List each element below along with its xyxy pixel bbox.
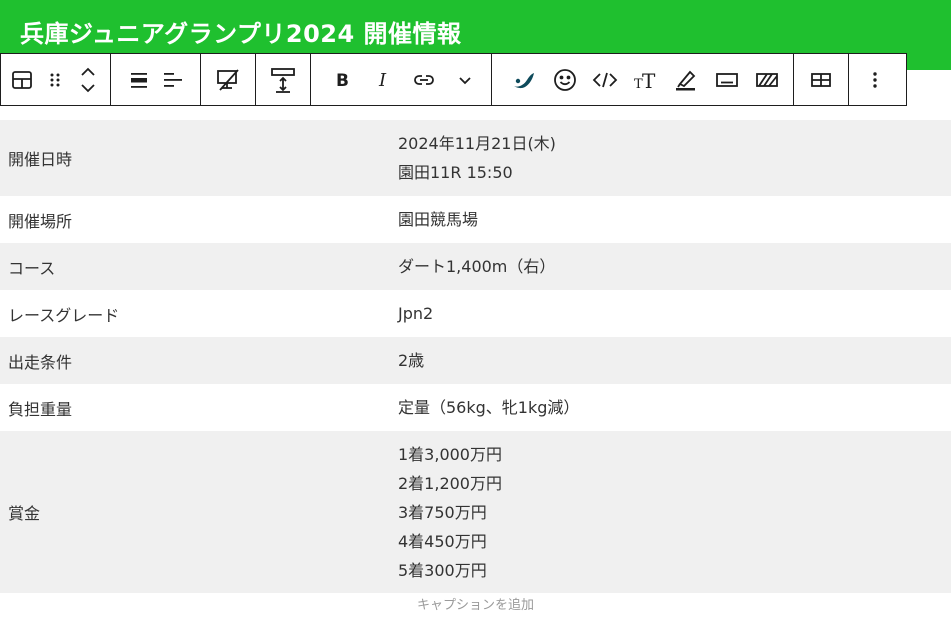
drag-handle-button[interactable]: [38, 54, 71, 105]
toolbar-group-extras: TT: [492, 54, 794, 105]
highlight-brush-button[interactable]: [504, 54, 545, 105]
table-block-button[interactable]: [5, 54, 38, 105]
drag-handle-icon: [50, 73, 59, 86]
value-line: 1着3,000万円: [398, 444, 502, 464]
value-line: 定量（56kg、牝1kg減）: [398, 398, 580, 417]
table-grid-icon: [810, 72, 831, 87]
toolbar-group-height: [256, 54, 311, 105]
emoji-icon: [553, 68, 576, 91]
table-row: コース ダート1,400m（右）: [0, 243, 951, 290]
block-toolbar: B I TT: [0, 53, 907, 106]
table-row: 出走条件 2歳: [0, 337, 951, 384]
highlight-brush-icon: [514, 72, 535, 88]
link-icon: [413, 74, 434, 85]
table-cell-value[interactable]: 園田競馬場: [389, 205, 951, 234]
svg-text:I: I: [378, 70, 387, 90]
align-full-button[interactable]: [122, 54, 156, 105]
toolbar-group-color: [201, 54, 256, 105]
table-row: 負担重量 定量（56kg、牝1kg減）: [0, 384, 951, 431]
table-block-icon: [11, 70, 32, 89]
chevron-down-icon: [458, 76, 471, 84]
keyboard-button[interactable]: [707, 54, 748, 105]
value-line: 2着1,200万円: [398, 473, 502, 493]
marker-button[interactable]: [666, 54, 707, 105]
font-size-icon: TT: [634, 69, 656, 91]
move-up-down-button[interactable]: [71, 54, 104, 105]
emoji-button[interactable]: [545, 54, 586, 105]
toolbar-group-more: [849, 54, 901, 105]
more-formats-dropdown[interactable]: [444, 54, 485, 105]
value-line: ダート1,400m（右）: [398, 257, 556, 276]
font-size-button[interactable]: TT: [626, 54, 667, 105]
svg-text:B: B: [336, 71, 349, 90]
color-fill-button[interactable]: [211, 54, 245, 105]
table-cell-label[interactable]: 開催日時: [0, 146, 389, 170]
table-cell-value[interactable]: 2歳: [389, 346, 951, 375]
marker-icon: [676, 70, 696, 90]
row-height-icon: [271, 67, 295, 93]
table-row: 賞金 1着3,000万円 2着1,200万円 3着750万円 4着450万円 5…: [0, 431, 951, 593]
table-row: レースグレード Jpn2: [0, 290, 951, 337]
text-align-left-icon: [164, 72, 182, 87]
link-button[interactable]: [403, 54, 444, 105]
table-cell-value[interactable]: Jpn2: [389, 299, 951, 328]
bold-button[interactable]: B: [321, 54, 362, 105]
italic-icon: I: [378, 70, 387, 90]
value-line: 2024年11月21日(木): [398, 134, 556, 153]
table-cell-label[interactable]: 出走条件: [0, 349, 389, 373]
toolbar-group-align: [111, 54, 201, 105]
value-line: 園田競馬場: [398, 210, 479, 229]
row-height-button[interactable]: [266, 54, 300, 105]
table-caption-input[interactable]: キャプションを追加: [0, 594, 951, 613]
move-up-down-icon: [80, 67, 95, 92]
table-cell-label[interactable]: 賞金: [0, 500, 389, 524]
color-fill-off-icon: [217, 68, 239, 91]
text-align-left-button[interactable]: [156, 54, 190, 105]
page-title: 兵庫ジュニアグランプリ2024 開催情報: [20, 20, 462, 48]
bold-icon: B: [336, 71, 349, 90]
value-line: 園田11R 15:50: [398, 163, 513, 182]
table-cell-value[interactable]: 1着3,000万円 2着1,200万円 3着750万円 4着450万円 5着30…: [389, 440, 951, 585]
table-grid-button[interactable]: [804, 54, 838, 105]
align-full-icon: [131, 72, 147, 88]
code-button[interactable]: [585, 54, 626, 105]
toolbar-group-table: [794, 54, 849, 105]
table-cell-label[interactable]: 開催場所: [0, 208, 389, 232]
table-cell-label[interactable]: 負担重量: [0, 396, 389, 420]
table-row: 開催場所 園田競馬場: [0, 196, 951, 243]
table-cell-label[interactable]: レースグレード: [0, 302, 389, 326]
table-cell-value[interactable]: ダート1,400m（右）: [389, 252, 951, 281]
toolbar-group-block: [1, 54, 111, 105]
table-row: 開催日時 2024年11月21日(木) 園田11R 15:50: [0, 120, 951, 196]
code-icon: [592, 72, 618, 87]
more-options-icon: [872, 71, 877, 88]
value-line: 4着450万円: [398, 531, 487, 551]
table-cell-label[interactable]: コース: [0, 255, 389, 279]
value-line: Jpn2: [398, 304, 434, 323]
table-cell-value[interactable]: 定量（56kg、牝1kg減）: [389, 393, 951, 422]
striped-rect-icon: [756, 72, 779, 87]
keyboard-icon: [715, 72, 738, 87]
table-cell-value[interactable]: 2024年11月21日(木) 園田11R 15:50: [389, 129, 951, 187]
toolbar-group-format: B I: [311, 54, 492, 105]
info-table: 開催日時 2024年11月21日(木) 園田11R 15:50 開催場所 園田競…: [0, 120, 951, 593]
svg-text:T: T: [642, 69, 656, 91]
value-line: 3着750万円: [398, 502, 487, 522]
italic-button[interactable]: I: [362, 54, 403, 105]
value-line: 2歳: [398, 351, 425, 370]
more-options-button[interactable]: [858, 54, 892, 105]
striped-rect-button[interactable]: [747, 54, 788, 105]
value-line: 5着300万円: [398, 560, 487, 580]
